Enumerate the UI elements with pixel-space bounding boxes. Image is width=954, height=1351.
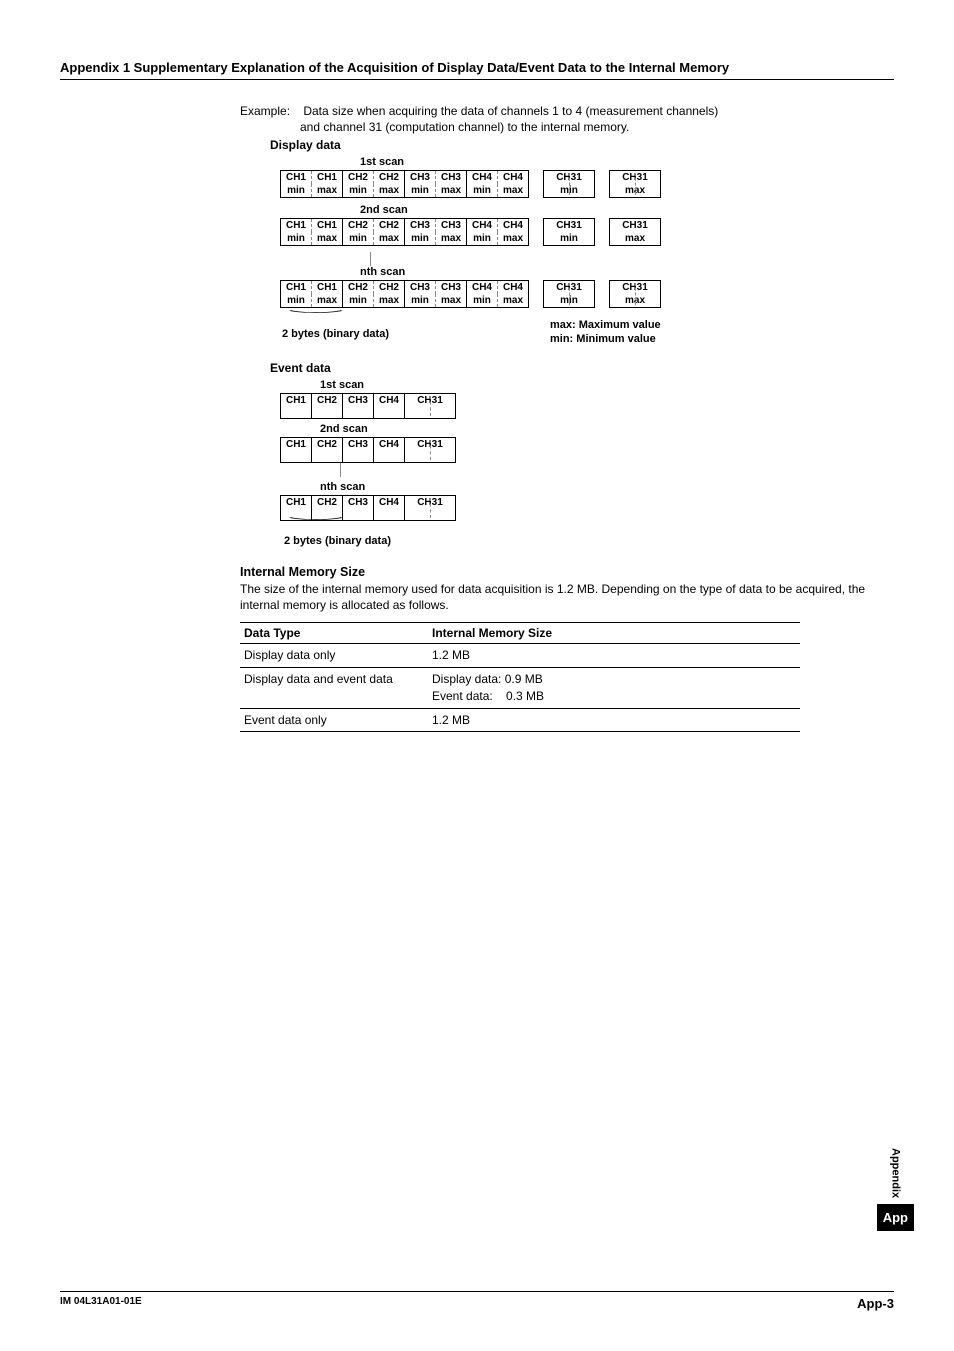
event-scan-1-title: 1st scan (320, 379, 894, 391)
memory-table: Data Type Internal Memory Size Display d… (240, 622, 800, 732)
ch2-box: CH2CH2 minmax (343, 170, 405, 198)
side-tab: Appendix App (877, 1148, 914, 1231)
example-line-1: Example: Data size when acquiring the da… (240, 104, 894, 118)
event-scan-2: CH1 CH2 CH3 CH4 CH31 (280, 437, 894, 463)
event-scan-1: CH1 CH2 CH3 CH4 CH31 (280, 393, 894, 419)
display-scan-2: 2nd scan CH1CH1 minmax CH2CH2 minmax CH3… (280, 204, 894, 246)
internal-memory-paragraph: The size of the internal memory used for… (240, 581, 894, 615)
brace-icon: ︶ (288, 314, 344, 318)
event-scan-n: CH1 CH2 CH3 CH4 CH31 (280, 495, 894, 521)
legend: max: Maximum value min: Minimum value (550, 318, 894, 347)
table-header-datatype: Data Type (240, 623, 428, 644)
ch31-max-box: CH31 max (609, 170, 661, 198)
ch1-box: CH1CH1 minmax (280, 170, 343, 198)
scan-n-title: nth scan (360, 266, 894, 278)
event-connector (340, 463, 341, 477)
ch31-min-box: CH31 min (543, 170, 595, 198)
footer-doc-id: IM 04L31A01-01E (60, 1296, 142, 1311)
legend-min: min: Minimum value (550, 332, 894, 346)
scan-connector (370, 252, 371, 266)
table-header-memsize: Internal Memory Size (428, 623, 800, 644)
event-data-label: Event data (270, 361, 894, 375)
table-row: Display data and event data Display data… (240, 667, 800, 708)
table-row: Display data only 1.2 MB (240, 644, 800, 668)
footer: IM 04L31A01-01E App-3 (60, 1291, 894, 1311)
display-data-label: Display data (270, 138, 894, 152)
ch3-box: CH3CH3 minmax (405, 170, 467, 198)
scan-1-title: 1st scan (360, 156, 894, 168)
brace-icon-event: ︶ (288, 521, 344, 525)
internal-memory-heading: Internal Memory Size (240, 565, 894, 579)
event-scan-2-title: 2nd scan (320, 423, 894, 435)
example-line-2: and channel 31 (computation channel) to … (300, 120, 894, 134)
content-area: Example: Data size when acquiring the da… (240, 104, 894, 732)
side-tab-text: Appendix (889, 1148, 901, 1198)
footer-page-num: App-3 (857, 1296, 894, 1311)
binary-note-event: 2 bytes (binary data) (284, 535, 894, 547)
scan-2-title: 2nd scan (360, 204, 894, 216)
example-prefix: Example: (240, 104, 300, 118)
table-row: Event data only 1.2 MB (240, 708, 800, 732)
side-tab-box: App (877, 1204, 914, 1231)
page-header: Appendix 1 Supplementary Explanation of … (60, 60, 894, 80)
ch4-box: CH4CH4 minmax (467, 170, 529, 198)
display-scan-n: nth scan CH1CH1 minmax CH2CH2 minmax CH3… (280, 266, 894, 308)
legend-max: max: Maximum value (550, 318, 894, 332)
example-text-1: Data size when acquiring the data of cha… (303, 104, 718, 118)
display-scan-1: 1st scan CH1CH1 minmax CH2CH2 minmax CH3… (280, 156, 894, 198)
event-scan-n-title: nth scan (320, 481, 894, 493)
